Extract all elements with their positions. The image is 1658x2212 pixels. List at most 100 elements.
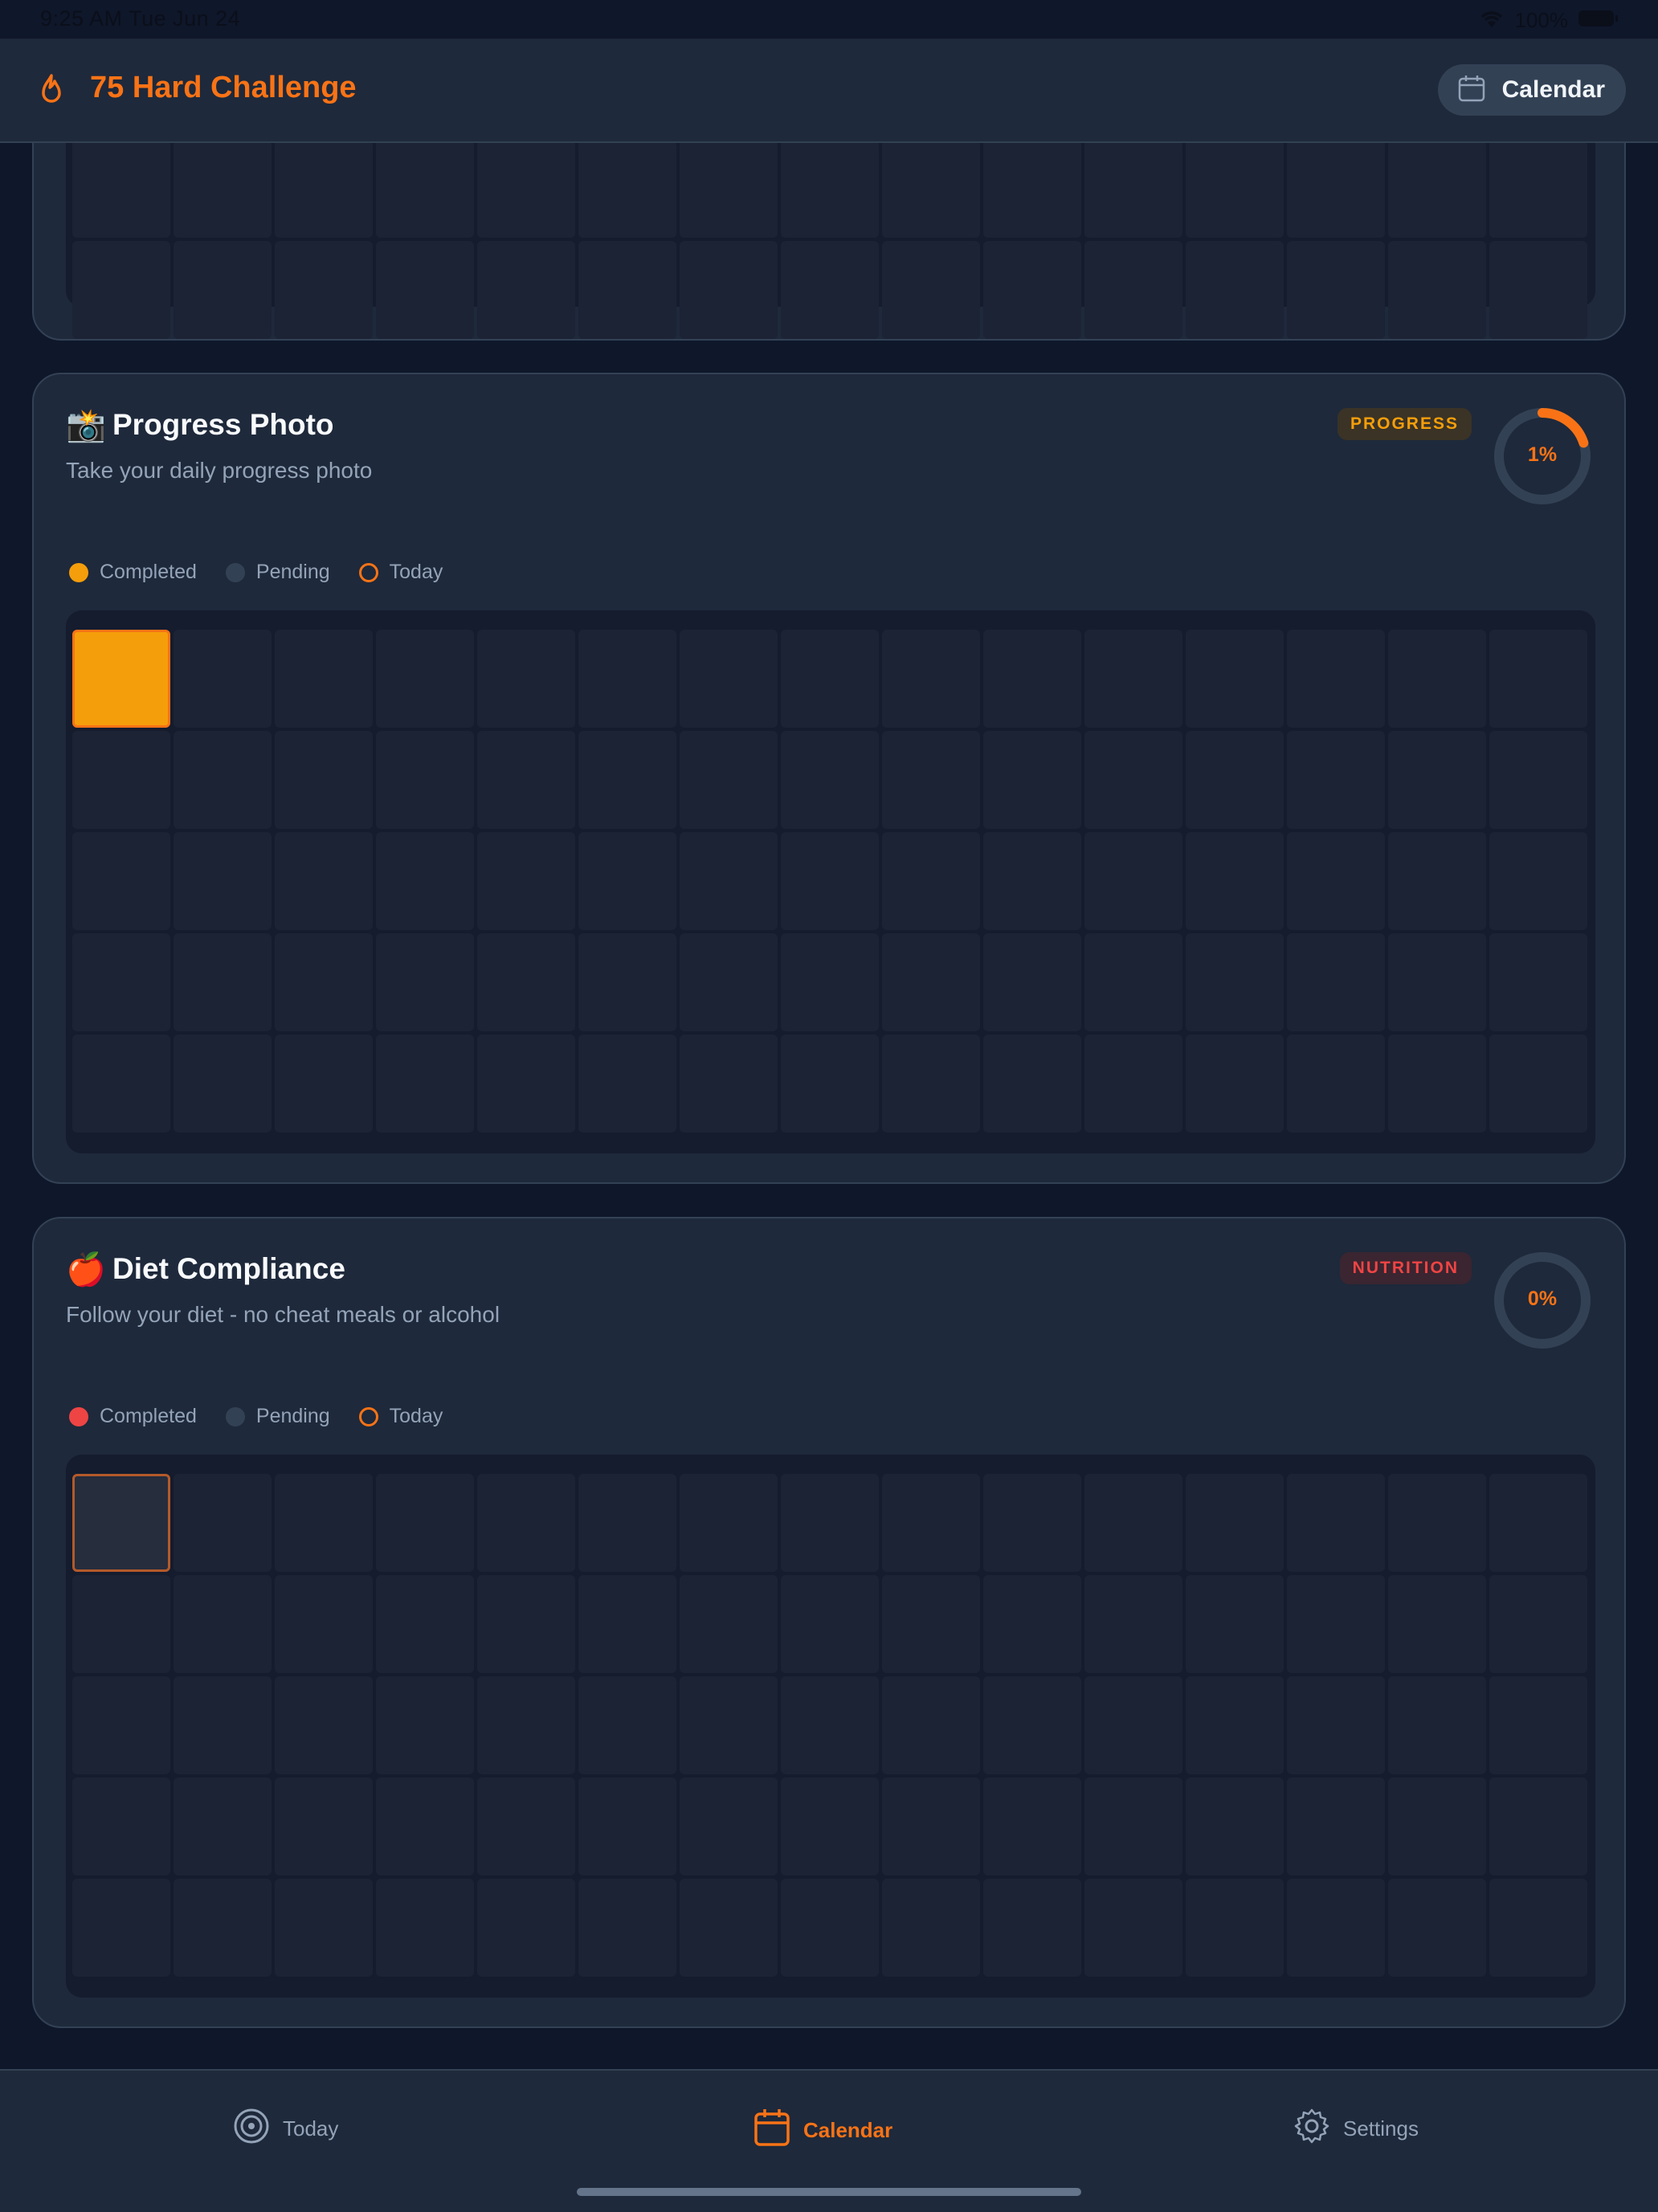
day-cell[interactable] bbox=[275, 1879, 373, 1977]
day-cell[interactable] bbox=[275, 1035, 373, 1133]
day-cell[interactable] bbox=[376, 1879, 474, 1977]
day-cell[interactable] bbox=[1186, 832, 1284, 930]
day-cell[interactable] bbox=[1287, 241, 1385, 339]
day-cell[interactable] bbox=[376, 1575, 474, 1673]
day-cell[interactable] bbox=[1388, 1676, 1486, 1774]
day-cell[interactable] bbox=[781, 1777, 879, 1875]
day-cell[interactable] bbox=[275, 731, 373, 829]
day-cell[interactable] bbox=[1186, 1035, 1284, 1133]
day-cell[interactable] bbox=[578, 731, 676, 829]
day-cell[interactable] bbox=[477, 933, 575, 1031]
day-cell[interactable] bbox=[781, 933, 879, 1031]
day-cell[interactable] bbox=[72, 1879, 170, 1977]
day-cell[interactable] bbox=[275, 832, 373, 930]
day-cell[interactable] bbox=[1388, 1474, 1486, 1572]
day-cell[interactable] bbox=[174, 1035, 272, 1133]
day-cell[interactable] bbox=[680, 241, 778, 339]
day-cell[interactable] bbox=[376, 731, 474, 829]
day-cell[interactable] bbox=[174, 731, 272, 829]
day-cell[interactable] bbox=[1186, 1474, 1284, 1572]
day-cell[interactable] bbox=[578, 140, 676, 238]
day-cell[interactable] bbox=[1388, 1777, 1486, 1875]
day-cell[interactable] bbox=[1186, 933, 1284, 1031]
day-cell[interactable] bbox=[174, 1474, 272, 1572]
day-cell[interactable] bbox=[578, 1777, 676, 1875]
day-cell[interactable] bbox=[882, 731, 980, 829]
day-cell[interactable] bbox=[275, 1575, 373, 1673]
day-cell[interactable] bbox=[781, 1474, 879, 1572]
day-cell[interactable] bbox=[376, 1676, 474, 1774]
day-cell[interactable] bbox=[72, 832, 170, 930]
day-cell[interactable] bbox=[983, 832, 1081, 930]
tab-today[interactable]: Today bbox=[233, 2108, 338, 2150]
day-cell[interactable] bbox=[680, 1474, 778, 1572]
day-cell[interactable] bbox=[1186, 241, 1284, 339]
day-cell[interactable] bbox=[680, 1676, 778, 1774]
day-cell[interactable] bbox=[1388, 1575, 1486, 1673]
day-cell[interactable] bbox=[1186, 1879, 1284, 1977]
day-cell[interactable] bbox=[1084, 1575, 1182, 1673]
day-cell[interactable] bbox=[983, 731, 1081, 829]
day-cell[interactable] bbox=[578, 933, 676, 1031]
day-cell[interactable] bbox=[1287, 731, 1385, 829]
day-cell[interactable] bbox=[174, 933, 272, 1031]
day-cell[interactable] bbox=[376, 933, 474, 1031]
day-cell[interactable] bbox=[1084, 630, 1182, 728]
day-cell[interactable] bbox=[1084, 832, 1182, 930]
day-cell[interactable] bbox=[376, 1777, 474, 1875]
day-cell[interactable] bbox=[1084, 1777, 1182, 1875]
day-cell[interactable] bbox=[477, 241, 575, 339]
day-cell[interactable] bbox=[1186, 140, 1284, 238]
day-cell[interactable] bbox=[1489, 1777, 1587, 1875]
day-cell[interactable] bbox=[680, 933, 778, 1031]
day-cell[interactable] bbox=[983, 1035, 1081, 1133]
day-cell[interactable] bbox=[1388, 630, 1486, 728]
day-cell[interactable] bbox=[1186, 731, 1284, 829]
day-cell[interactable] bbox=[680, 1879, 778, 1977]
day-cell[interactable] bbox=[781, 1035, 879, 1133]
day-cell[interactable] bbox=[781, 140, 879, 238]
day-cell[interactable] bbox=[1287, 1035, 1385, 1133]
day-cell[interactable] bbox=[477, 1575, 575, 1673]
day-cell[interactable] bbox=[680, 1035, 778, 1133]
day-cell[interactable] bbox=[1388, 731, 1486, 829]
day-cell[interactable] bbox=[983, 1777, 1081, 1875]
day-cell[interactable] bbox=[1388, 241, 1486, 339]
day-cell[interactable] bbox=[1084, 1474, 1182, 1572]
day-cell[interactable] bbox=[781, 1676, 879, 1774]
day-cell[interactable] bbox=[174, 1676, 272, 1774]
day-cell[interactable] bbox=[1084, 731, 1182, 829]
day-cell[interactable] bbox=[1287, 630, 1385, 728]
day-cell[interactable] bbox=[72, 1676, 170, 1774]
day-cell[interactable] bbox=[578, 1474, 676, 1572]
day-cell[interactable] bbox=[781, 832, 879, 930]
day-cell[interactable] bbox=[1388, 1879, 1486, 1977]
day-cell[interactable] bbox=[578, 630, 676, 728]
day-cell[interactable] bbox=[983, 1676, 1081, 1774]
day-cell[interactable] bbox=[1388, 1035, 1486, 1133]
day-cell[interactable] bbox=[1489, 241, 1587, 339]
day-cell[interactable] bbox=[882, 933, 980, 1031]
day-cell[interactable] bbox=[477, 140, 575, 238]
day-cell[interactable] bbox=[275, 630, 373, 728]
scroll-content[interactable]: 📸 Progress Photo Take your daily progres… bbox=[0, 0, 1658, 2210]
day-cell[interactable] bbox=[275, 140, 373, 238]
day-cell[interactable] bbox=[477, 1474, 575, 1572]
day-cell[interactable] bbox=[882, 1035, 980, 1133]
day-cell[interactable] bbox=[1388, 140, 1486, 238]
day-cell[interactable] bbox=[1489, 1879, 1587, 1977]
day-cell[interactable] bbox=[1287, 1676, 1385, 1774]
day-cell[interactable] bbox=[1287, 1879, 1385, 1977]
day-cell[interactable] bbox=[72, 140, 170, 238]
day-cell[interactable] bbox=[680, 1777, 778, 1875]
day-cell[interactable] bbox=[983, 933, 1081, 1031]
day-cell[interactable] bbox=[174, 140, 272, 238]
day-cell[interactable] bbox=[1084, 1676, 1182, 1774]
day-cell[interactable] bbox=[174, 1575, 272, 1673]
day-cell[interactable] bbox=[1084, 140, 1182, 238]
day-cell[interactable] bbox=[376, 630, 474, 728]
day-cell[interactable] bbox=[983, 630, 1081, 728]
tab-settings[interactable]: Settings bbox=[1293, 2108, 1419, 2150]
day-cell[interactable] bbox=[72, 630, 170, 728]
day-cell[interactable] bbox=[174, 1879, 272, 1977]
